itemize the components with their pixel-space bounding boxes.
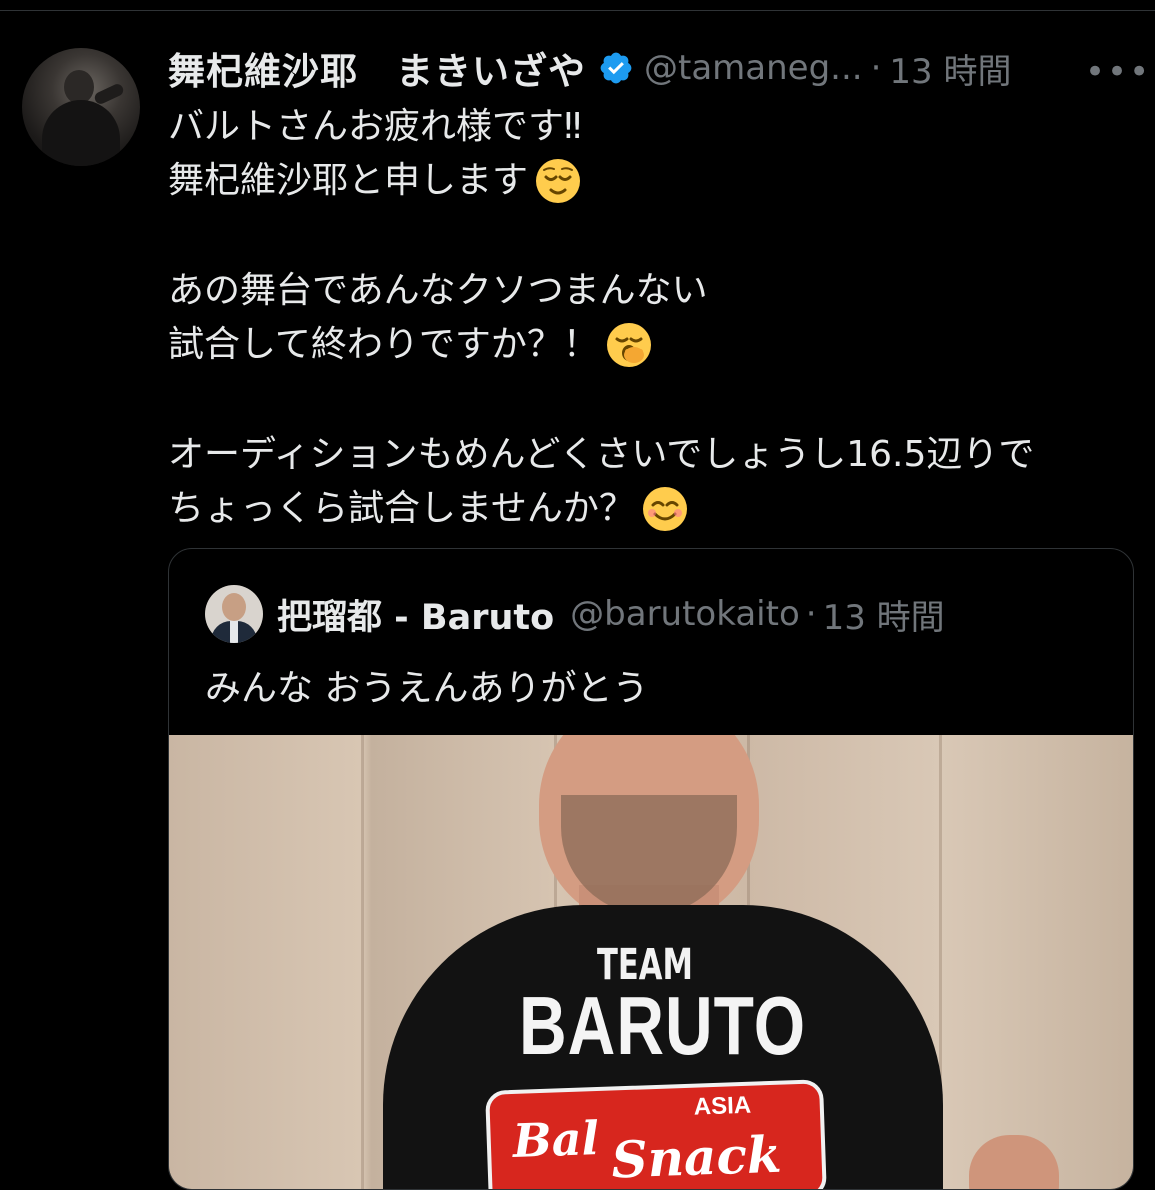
yawning-face-icon — [606, 323, 651, 367]
tweet-time[interactable]: 13 時間 — [889, 44, 1011, 93]
quoted-author-name[interactable]: 把瑠都 - Baruto — [277, 589, 554, 640]
tweet-header: 舞杞維沙耶 まきいざや @tamaneg... · 13 時間 — [168, 40, 1011, 96]
tweet-line: 試合して終わりですか？！ — [168, 318, 1128, 372]
tweet-text: バルトさんお疲れ様です‼︎ 舞杞維沙耶と申します あの舞台であんなクソつまんない… — [168, 100, 1128, 536]
quoted-tweet-time: 13 時間 — [822, 597, 945, 638]
tweet-line-text: 試合して終わりですか？！ — [168, 324, 599, 365]
smiling-face-icon — [642, 487, 687, 531]
tweet-line: ちょっくら試合しませんか？ — [168, 482, 1128, 536]
quoted-tweet-header: 把瑠都 - Baruto @barutokaito · 13 時間 — [205, 585, 945, 643]
author-name[interactable]: 舞杞維沙耶 まきいざや — [168, 41, 586, 95]
separator-dot: · — [805, 594, 817, 634]
tweet-line: オーディションもめんどくさいでしょうし16.5辺りで — [168, 434, 1035, 475]
shirt-text-baruto: BARUTO — [519, 978, 807, 1072]
balsnack-logo: Bal Snack ASIA — [485, 1079, 827, 1189]
author-avatar[interactable] — [22, 48, 140, 166]
quoted-author-avatar[interactable] — [205, 585, 263, 643]
more-options-icon[interactable]: ••• — [1085, 52, 1151, 92]
author-handle[interactable]: @tamaneg... — [644, 48, 863, 88]
relieved-face-icon — [536, 159, 581, 203]
separator-dot: · — [870, 48, 882, 88]
tweet-line-text: 舞杞維沙耶と申します — [168, 160, 529, 201]
tweet-line-text: ちょっくら試合しませんか？ — [168, 488, 635, 529]
quoted-tweet-card[interactable]: 把瑠都 - Baruto @barutokaito · 13 時間 みんな おう… — [168, 548, 1134, 1190]
tweet-line: あの舞台であんなクソつまんない — [168, 270, 708, 311]
tweet-line: 舞杞維沙耶と申します — [168, 154, 1128, 208]
verified-badge-icon — [600, 52, 632, 84]
top-divider — [0, 10, 1155, 11]
quoted-tweet-photo[interactable]: TEAM BARUTO Bal Snack ASIA — [169, 735, 1133, 1189]
quoted-tweet-text: みんな おうえんありがとう — [205, 668, 649, 709]
tweet-line: バルトさんお疲れ様です‼︎ — [168, 106, 582, 147]
quoted-author-handle[interactable]: @barutokaito — [570, 594, 800, 634]
